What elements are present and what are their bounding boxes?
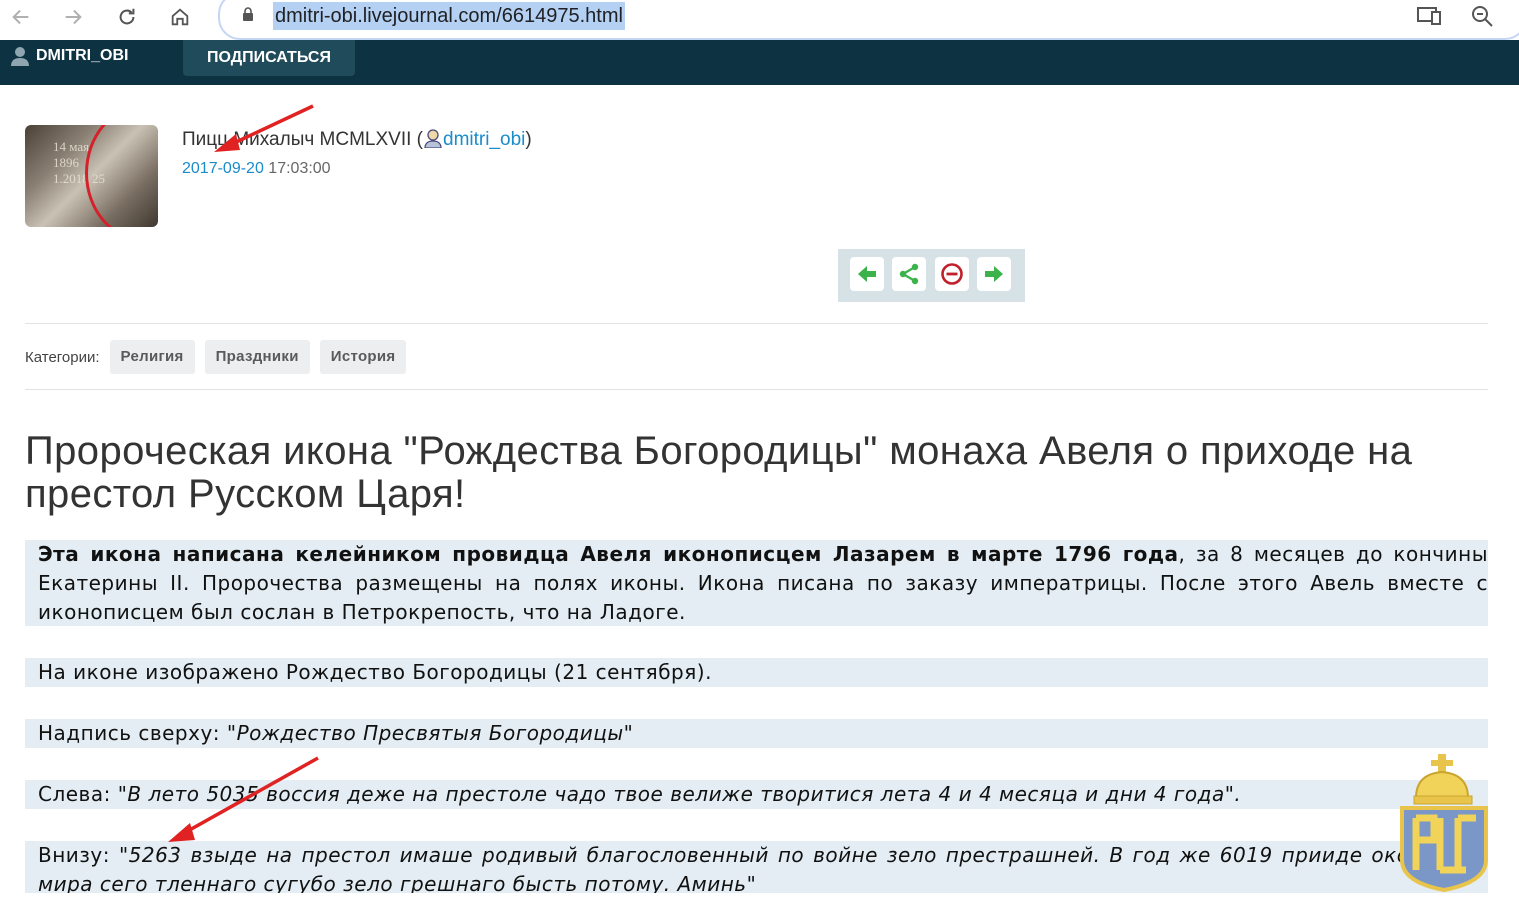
post-time: 17:03:00 — [268, 160, 331, 177]
share-icon — [899, 263, 919, 285]
post-datetime: 2017-09-20 17:03:00 — [182, 160, 331, 178]
paragraph-intro: Эта икона написана келейником провидца А… — [25, 540, 1488, 626]
post-date-link[interactable]: 2017-09-20 — [182, 160, 264, 177]
user-icon — [11, 47, 29, 66]
post-title: Пророческая икона "Рождества Богородицы"… — [25, 429, 1413, 516]
quote-left: "В лето 5035 воссия деже на престоле чад… — [117, 782, 1242, 806]
lj-user-link[interactable]: DMITRI_OBI — [10, 46, 128, 66]
author-username-link[interactable]: dmitri_obi — [443, 129, 525, 150]
share-button[interactable] — [892, 257, 926, 291]
author-name-start: Пицц — [182, 129, 229, 150]
arrow-left-icon — [858, 266, 876, 282]
livejournal-top-bar: DMITRI_OBI ПОДПИСАТЬСЯ — [0, 40, 1519, 85]
paragraph-left-inscription: Слева: "В лето 5035 воссия деже на прест… — [25, 780, 1488, 809]
divider — [25, 323, 1488, 324]
categories-label: Категории: — [25, 348, 100, 366]
subscribe-button[interactable]: ПОДПИСАТЬСЯ — [183, 40, 355, 76]
ignore-button[interactable] — [935, 257, 969, 291]
avatar-red-circle — [85, 125, 158, 227]
category-religion[interactable]: Религия — [109, 340, 195, 374]
forward-icon[interactable] — [58, 2, 88, 32]
paragraph-icon-depicts: На иконе изображено Рождество Богородицы… — [25, 658, 1488, 687]
url-text[interactable]: dmitri-obi.livejournal.com/6614975.html — [273, 2, 625, 30]
label-bottom: Внизу: — [38, 843, 119, 867]
minus-circle-icon — [941, 263, 963, 285]
category-history[interactable]: История — [319, 340, 407, 374]
emblem-watermark — [1400, 754, 1488, 892]
author-paren-close: ) — [525, 129, 532, 150]
prev-post-button[interactable] — [850, 257, 884, 291]
post-actions — [838, 249, 1025, 302]
paragraph-intro-bold: Эта икона написана келейником провидца А… — [38, 542, 1179, 566]
home-icon[interactable] — [165, 2, 195, 32]
categories: Категории: Религия Праздники История — [25, 340, 407, 374]
lock-icon[interactable] — [240, 6, 256, 22]
browser-toolbar: dmitri-obi.livejournal.com/6614975.html — [0, 0, 1519, 40]
arrow-right-icon — [985, 266, 1003, 282]
paragraph-top-inscription: Надпись сверху: "Рождество Пресвятыя Бог… — [25, 719, 1488, 748]
author-name-rest: Михалыч MCMLXVII ( — [233, 129, 423, 150]
user-head-icon[interactable] — [423, 128, 443, 148]
quote-bottom: "5263 взыде на престол имаше родивый бла… — [38, 843, 1488, 896]
lj-username: DMITRI_OBI — [36, 47, 129, 64]
quote-top: "Рождество Пресвятыя Богородицы" — [226, 721, 634, 745]
annotation-arrow-2-head — [168, 823, 195, 842]
zoom-icon[interactable] — [1470, 4, 1496, 28]
label-left: Слева: — [38, 782, 118, 806]
cast-icon[interactable] — [1416, 4, 1442, 28]
reload-icon[interactable] — [112, 2, 142, 32]
back-icon[interactable] — [6, 2, 36, 32]
viewport-bottom-edge — [0, 893, 1519, 903]
divider — [25, 389, 1488, 390]
next-post-button[interactable] — [977, 257, 1011, 291]
author-avatar[interactable]: 14 мая 1896 1.2018 25 — [25, 125, 158, 227]
author-line: Пицц Михалыч MCMLXVII ( dmitri_obi) — [182, 128, 532, 151]
label-top: Надпись сверху: — [38, 721, 227, 745]
category-holidays[interactable]: Праздники — [204, 340, 310, 374]
